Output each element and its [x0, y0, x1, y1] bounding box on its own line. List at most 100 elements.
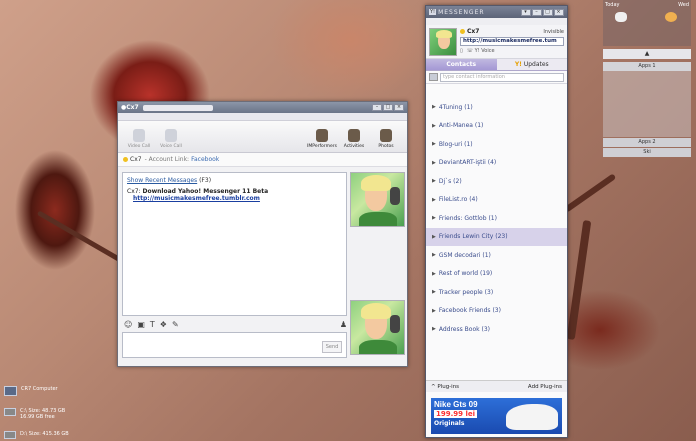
app-item[interactable]	[605, 104, 689, 112]
profile-area: Cx7 Invisible http://musicmakesmefree.tu…	[426, 25, 567, 59]
contact-avatar[interactable]	[350, 172, 405, 227]
close-button[interactable]: ×	[394, 104, 404, 111]
app-item[interactable]	[605, 112, 689, 120]
contact-group[interactable]: ▶ Tracker people (3)	[426, 283, 567, 302]
desktop-widget: Today Wed ▲ Apps 1 Apps 2 Ski	[603, 0, 691, 157]
account-link-label: - Account Link:	[144, 156, 190, 163]
background-branch	[566, 220, 592, 340]
contact-group[interactable]: ▶ Dj`s (2)	[426, 172, 567, 191]
contact-group[interactable]: ▶ DeviantART-iştii (4)	[426, 154, 567, 173]
contact-group[interactable]: ▶ FileList.ro (4)	[426, 191, 567, 210]
maximize-button[interactable]: □	[383, 104, 393, 111]
desktop-drive-d[interactable]: D:\ Size: 415.36 GB	[4, 431, 69, 439]
app-item[interactable]	[605, 120, 689, 128]
emoticon-icon[interactable]: ☺	[124, 320, 132, 329]
profile-avatar[interactable]	[429, 28, 457, 56]
contact-group[interactable]: ▶ Address Book (3)	[426, 320, 567, 339]
app-item[interactable]	[605, 128, 689, 136]
minimize-button[interactable]: –	[372, 104, 382, 111]
status-message-field[interactable]: http://musicmakesmefree.tum	[460, 37, 564, 46]
menu-button[interactable]: ▾	[521, 8, 531, 16]
chat-window: ● Cx7 – □ × Video Call Voice Call IMPerf…	[117, 101, 408, 367]
chat-toolbar: Video Call Voice Call IMPerformers Activ…	[118, 121, 407, 153]
format-toolbar: ☺ ▣ T ❖ ✎ ♟	[122, 318, 347, 330]
desktop-drive-c[interactable]: C:\ Size: 48.73 GB 16.99 GB free	[4, 408, 65, 420]
messenger-tabs: Contacts Y! Updates	[426, 59, 567, 71]
apps2-header[interactable]: Apps 2	[603, 138, 691, 147]
contact-group-list: ▶ 4Tuning (1) ▶ Anti-Manea (1) ▶ Blog-uri (…	[426, 98, 567, 339]
tab-contacts[interactable]: Contacts	[426, 59, 497, 70]
photos-button[interactable]: Photos	[370, 129, 402, 149]
contact-group[interactable]: ▶ GSM decodari (1)	[426, 246, 567, 265]
ski-button[interactable]: Ski	[603, 148, 691, 157]
text-format-icon[interactable]: T	[150, 320, 155, 329]
contact-group[interactable]: ▶ 4Tuning (1)	[426, 98, 567, 117]
app-item[interactable]	[605, 96, 689, 104]
add-contact-icon[interactable]	[429, 73, 438, 81]
recent-messages-shortcut: (F3)	[199, 177, 212, 184]
app-item[interactable]	[605, 80, 689, 88]
video-call-button[interactable]: Video Call	[123, 129, 155, 149]
status-mode-dropdown[interactable]: Invisible	[543, 29, 564, 35]
messenger-window: Y! MESSENGER ▾ – □ × Cx7 Invisible http:…	[425, 5, 568, 438]
maximize-button[interactable]: □	[543, 8, 553, 16]
photos-icon	[380, 129, 392, 142]
app-item[interactable]	[605, 88, 689, 96]
cloud-icon	[615, 12, 627, 22]
contact-avatar-pane	[350, 172, 405, 227]
profile-name[interactable]: Cx7	[467, 28, 479, 35]
weather-wed: Wed	[678, 2, 689, 8]
app-item[interactable]	[605, 72, 689, 80]
activities-button[interactable]: Activities	[338, 129, 370, 149]
my-avatar[interactable]	[350, 300, 405, 355]
contact-group[interactable]: ▶ Anti-Manea (1)	[426, 117, 567, 136]
contact-group-selected[interactable]: ▶ Friends Lewin City (23)	[426, 227, 567, 246]
apps1-list	[603, 71, 691, 137]
plugins-bar: ^ Plug-ins Add Plug-ins	[426, 380, 567, 392]
facebook-link[interactable]: Facebook	[191, 156, 219, 163]
contact-group[interactable]: ▶ Friends: Gottlob (1)	[426, 209, 567, 228]
apps1-header[interactable]: Apps 1	[603, 62, 691, 71]
status-dot-icon	[123, 157, 128, 162]
contact-group[interactable]: ▶ Facebook Friends (3)	[426, 302, 567, 321]
status-dot-icon	[460, 29, 465, 34]
contact-search-bar: type contact information	[426, 71, 567, 84]
desktop-icon-computer[interactable]: CR7 Computer	[4, 386, 58, 396]
buddy-info-icon[interactable]: ♟	[340, 320, 347, 329]
close-button[interactable]: ×	[554, 8, 564, 16]
message-url-link[interactable]: http://musicmakesmefree.tumblr.com	[133, 195, 342, 202]
tab-updates[interactable]: Y! Updates	[496, 59, 567, 70]
add-plugins-link[interactable]: Add Plug-ins	[528, 384, 562, 390]
conversation-pane: Show Recent Messages (F3) Cx7: Download …	[122, 172, 347, 316]
messenger-titlebar[interactable]: Y! MESSENGER ▾ – □ ×	[426, 6, 567, 18]
attach-icon[interactable]: ✎	[172, 320, 179, 329]
audibles-icon[interactable]: ❖	[160, 320, 167, 329]
weather-widget: Today Wed	[603, 0, 691, 46]
advertisement-banner[interactable]: Nike Gts 09 199.99 lei Originals	[431, 398, 562, 434]
voice-call-button[interactable]: Voice Call	[155, 129, 187, 149]
mobile-icon[interactable]: ▯	[460, 48, 463, 54]
plugins-toggle[interactable]: ^ Plug-ins	[431, 384, 459, 390]
contact-search-input[interactable]: type contact information	[440, 72, 564, 82]
video-camera-icon	[133, 129, 145, 142]
imperformers-icon	[316, 129, 328, 142]
minimize-button[interactable]: –	[532, 8, 542, 16]
message-line: Cx7: Download Yahoo! Messenger 11 Beta h…	[127, 188, 342, 202]
chat-titlebar[interactable]: ● Cx7 – □ ×	[118, 102, 407, 113]
widget-collapse-button[interactable]: ▲	[603, 49, 691, 59]
show-recent-messages-link[interactable]: Show Recent Messages	[127, 177, 197, 184]
message-input[interactable]: Send	[122, 332, 347, 358]
ad-price: 199.99 lei	[434, 410, 477, 418]
voice-link[interactable]: ☏ Y! Voice	[467, 48, 495, 54]
computer-icon	[4, 386, 17, 396]
chat-title: Cx7	[126, 104, 139, 111]
yahoo-logo: Y!	[429, 9, 437, 15]
shoe-image	[506, 404, 558, 430]
imperformers-button[interactable]: IMPerformers	[306, 129, 338, 149]
contact-group[interactable]: ▶ Blog-uri (1)	[426, 135, 567, 154]
send-button[interactable]: Send	[322, 341, 342, 353]
contact-name: Cx7	[130, 156, 142, 163]
background-branch	[563, 173, 617, 213]
nudge-icon[interactable]: ▣	[137, 320, 145, 329]
contact-group[interactable]: ▶ Rest of world (19)	[426, 265, 567, 284]
